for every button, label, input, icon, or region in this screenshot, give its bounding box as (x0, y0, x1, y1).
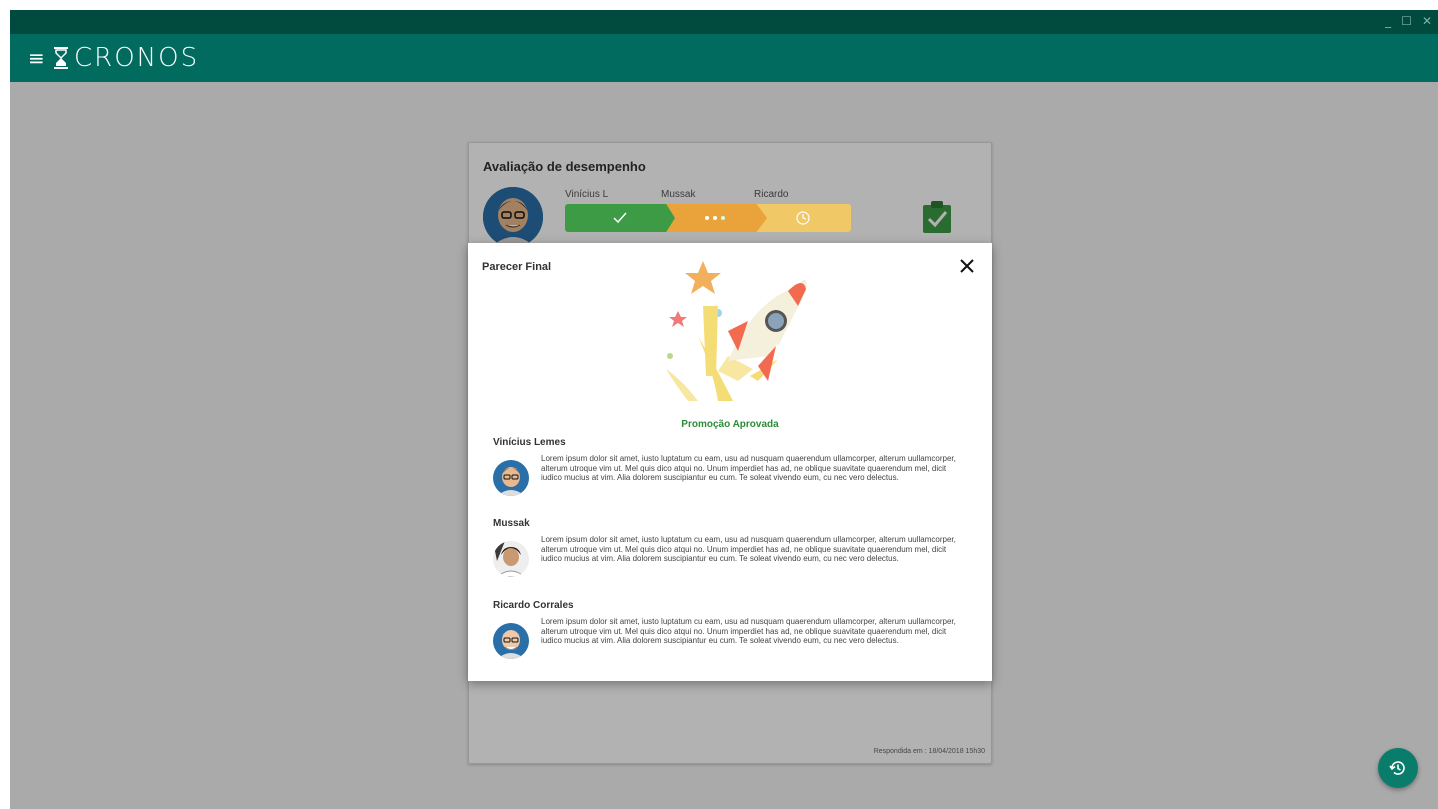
opinion-text: Lorem ipsum dolor sit amet, iusto luptat… (541, 454, 956, 482)
rocket-icon (666, 261, 807, 401)
clock-icon (796, 211, 810, 225)
opinion-text: Lorem ipsum dolor sit amet, iusto luptat… (541, 617, 956, 645)
app-name: CRONOS (74, 43, 200, 73)
app-bar: ≡ CRONOS (10, 34, 1438, 82)
opinion-item: Mussak Lorem ipsum dolor sit amet, iusto… (493, 518, 963, 579)
close-icon[interactable] (960, 259, 974, 273)
step-pending[interactable] (755, 204, 851, 232)
dots-icon (705, 216, 725, 220)
avatar (493, 623, 529, 659)
hourglass-icon (54, 47, 68, 69)
opinion-author: Mussak (493, 518, 530, 529)
window-controls: _ ☐ ✕ (1385, 14, 1432, 28)
close-window-button[interactable]: ✕ (1422, 14, 1432, 28)
result-label: Promoção Aprovada (681, 419, 779, 430)
opinion-item: Ricardo Corrales Lorem ipsum dolor sit a… (493, 600, 963, 661)
modal-title: Parecer Final (482, 261, 552, 273)
minimize-button[interactable]: _ (1385, 14, 1391, 28)
maximize-button[interactable]: ☐ (1401, 14, 1412, 28)
evaluation-progress (565, 204, 851, 232)
opinion-text: Lorem ipsum dolor sit amet, iusto luptat… (541, 535, 956, 563)
window-titlebar: _ ☐ ✕ (10, 10, 1438, 34)
history-icon (1389, 761, 1405, 775)
final-opinion-modal: Parecer Final Promoção Aprovada Vinícius… (468, 243, 992, 681)
step-done[interactable] (565, 204, 675, 232)
opinion-item: Vinícius Lemes Lorem ipsum dolor sit ame… (493, 437, 963, 498)
history-button[interactable] (1378, 748, 1418, 788)
opinion-author: Vinícius Lemes (493, 437, 566, 448)
avatar (493, 541, 529, 577)
opinion-author: Ricardo Corrales (493, 600, 574, 611)
avatar (493, 460, 529, 496)
hamburger-icon[interactable]: ≡ (28, 46, 46, 70)
check-icon (613, 212, 627, 224)
step-in-progress[interactable] (663, 204, 767, 232)
window-frame (0, 0, 10, 809)
app-logo: CRONOS (54, 43, 199, 73)
